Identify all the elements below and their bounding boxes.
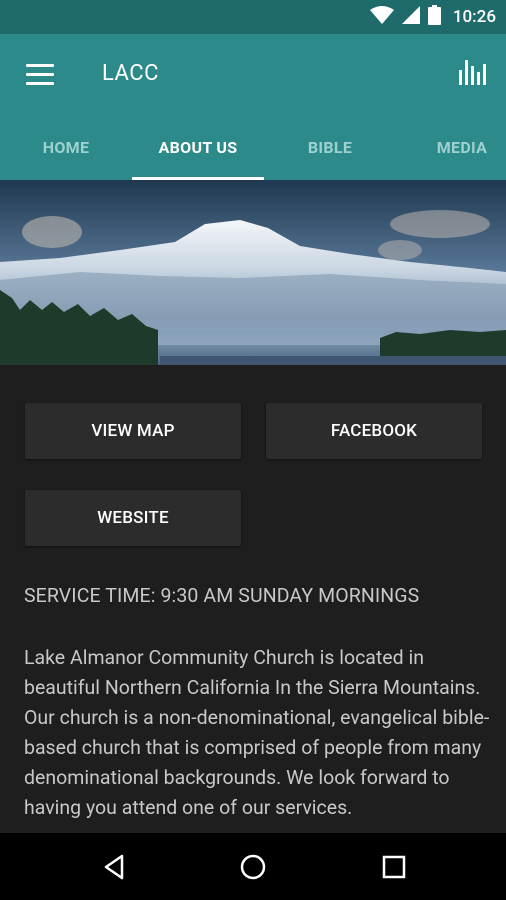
bar-chart-icon[interactable]: [458, 58, 486, 86]
menu-icon[interactable]: [26, 64, 54, 86]
app-bar: LACC HOME ABOUT US BIBLE MEDIA: [0, 34, 506, 180]
website-button[interactable]: WEBSITE: [25, 490, 241, 546]
view-map-button[interactable]: VIEW MAP: [25, 403, 241, 459]
service-time: SERVICE TIME: 9:30 AM SUNDAY MORNINGS: [24, 584, 420, 607]
wifi-icon: [369, 6, 394, 28]
app-title: LACC: [102, 61, 159, 86]
status-time: 10:26: [452, 7, 496, 27]
status-bar: 10:26: [0, 0, 506, 34]
battery-icon: [427, 5, 441, 29]
facebook-button[interactable]: FACEBOOK: [266, 403, 482, 459]
tab-media[interactable]: MEDIA: [396, 114, 506, 180]
hero-image: [0, 180, 506, 365]
home-icon[interactable]: [233, 847, 273, 887]
tab-about-us[interactable]: ABOUT US: [132, 114, 264, 180]
tab-bible[interactable]: BIBLE: [264, 114, 396, 180]
signal-icon: [401, 6, 420, 28]
back-icon[interactable]: [94, 847, 134, 887]
navigation-bar: [0, 833, 506, 900]
church-description: Lake Almanor Community Church is located…: [24, 646, 490, 819]
tab-home[interactable]: HOME: [0, 114, 132, 180]
recents-icon[interactable]: [374, 847, 414, 887]
tab-bar: HOME ABOUT US BIBLE MEDIA: [0, 114, 506, 180]
